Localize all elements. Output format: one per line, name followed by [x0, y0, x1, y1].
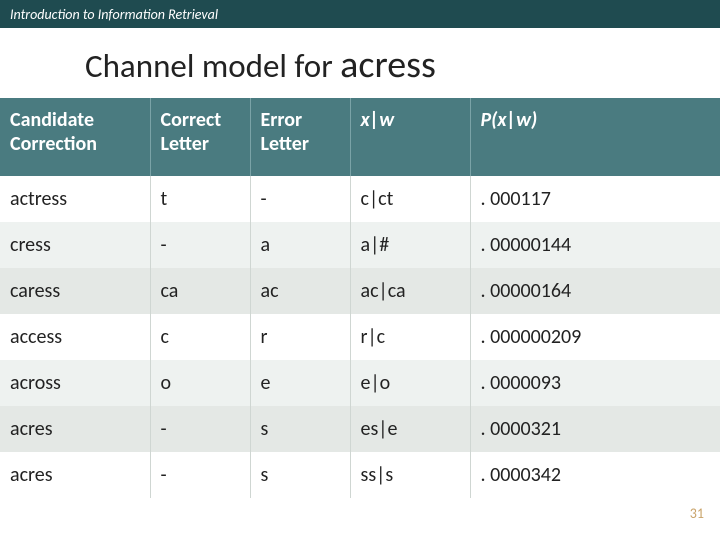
table-header-row: Candidate Correction Correct Letter Erro…: [0, 98, 720, 176]
cell-xw: ac|ca: [350, 268, 470, 314]
slide: Introduction to Information Retrieval Ch…: [0, 0, 720, 540]
col-header-candidate: Candidate Correction: [0, 98, 150, 176]
cell-pxw: . 0000342: [470, 452, 720, 498]
col-header-pxw: P(x|w): [470, 98, 720, 176]
page-number: 31: [690, 505, 704, 522]
cell-correct: ca: [150, 268, 250, 314]
cell-xw: es|e: [350, 406, 470, 452]
col-header-xw: x|w: [350, 98, 470, 176]
cell-error: s: [250, 406, 350, 452]
cell-error: -: [250, 176, 350, 222]
cell-error: a: [250, 222, 350, 268]
cell-cand: acres: [0, 452, 150, 498]
title-word: acress: [340, 42, 436, 88]
col-header-pxw-label: P(x|w): [481, 108, 538, 132]
cell-cand: actress: [0, 176, 150, 222]
cell-pxw: . 000000209: [470, 314, 720, 360]
cell-pxw: . 0000093: [470, 360, 720, 406]
table-row: accesscrr|c. 000000209: [0, 314, 720, 360]
cell-correct: -: [150, 222, 250, 268]
header-bar-text: Introduction to Information Retrieval: [10, 6, 218, 23]
cell-xw: e|o: [350, 360, 470, 406]
cell-correct: o: [150, 360, 250, 406]
slide-title: Channel model for acress: [0, 28, 720, 98]
col-header-correct: Correct Letter: [150, 98, 250, 176]
table-row: acres-sss|s. 0000342: [0, 452, 720, 498]
cell-correct: c: [150, 314, 250, 360]
cell-xw: ss|s: [350, 452, 470, 498]
cell-cand: caress: [0, 268, 150, 314]
cell-correct: t: [150, 176, 250, 222]
title-prefix: Channel model for: [85, 46, 340, 86]
col-header-xw-label: x|w: [361, 108, 395, 132]
cell-error: s: [250, 452, 350, 498]
table-row: acrossoee|o. 0000093: [0, 360, 720, 406]
channel-model-table: Candidate Correction Correct Letter Erro…: [0, 98, 720, 498]
cell-cand: across: [0, 360, 150, 406]
cell-error: e: [250, 360, 350, 406]
cell-error: r: [250, 314, 350, 360]
table-row: caresscaacac|ca. 00000164: [0, 268, 720, 314]
table-row: actresst-c|ct. 000117: [0, 176, 720, 222]
cell-pxw: . 000117: [470, 176, 720, 222]
table-row: cress-aa|#. 00000144: [0, 222, 720, 268]
cell-xw: a|#: [350, 222, 470, 268]
cell-xw: c|ct: [350, 176, 470, 222]
cell-pxw: . 00000164: [470, 268, 720, 314]
cell-error: ac: [250, 268, 350, 314]
cell-pxw: . 0000321: [470, 406, 720, 452]
col-header-error: Error Letter: [250, 98, 350, 176]
cell-correct: -: [150, 452, 250, 498]
cell-pxw: . 00000144: [470, 222, 720, 268]
cell-cand: cress: [0, 222, 150, 268]
cell-cand: acres: [0, 406, 150, 452]
table-row: acres-ses|e. 0000321: [0, 406, 720, 452]
cell-correct: -: [150, 406, 250, 452]
cell-xw: r|c: [350, 314, 470, 360]
header-bar: Introduction to Information Retrieval: [0, 0, 720, 28]
cell-cand: access: [0, 314, 150, 360]
